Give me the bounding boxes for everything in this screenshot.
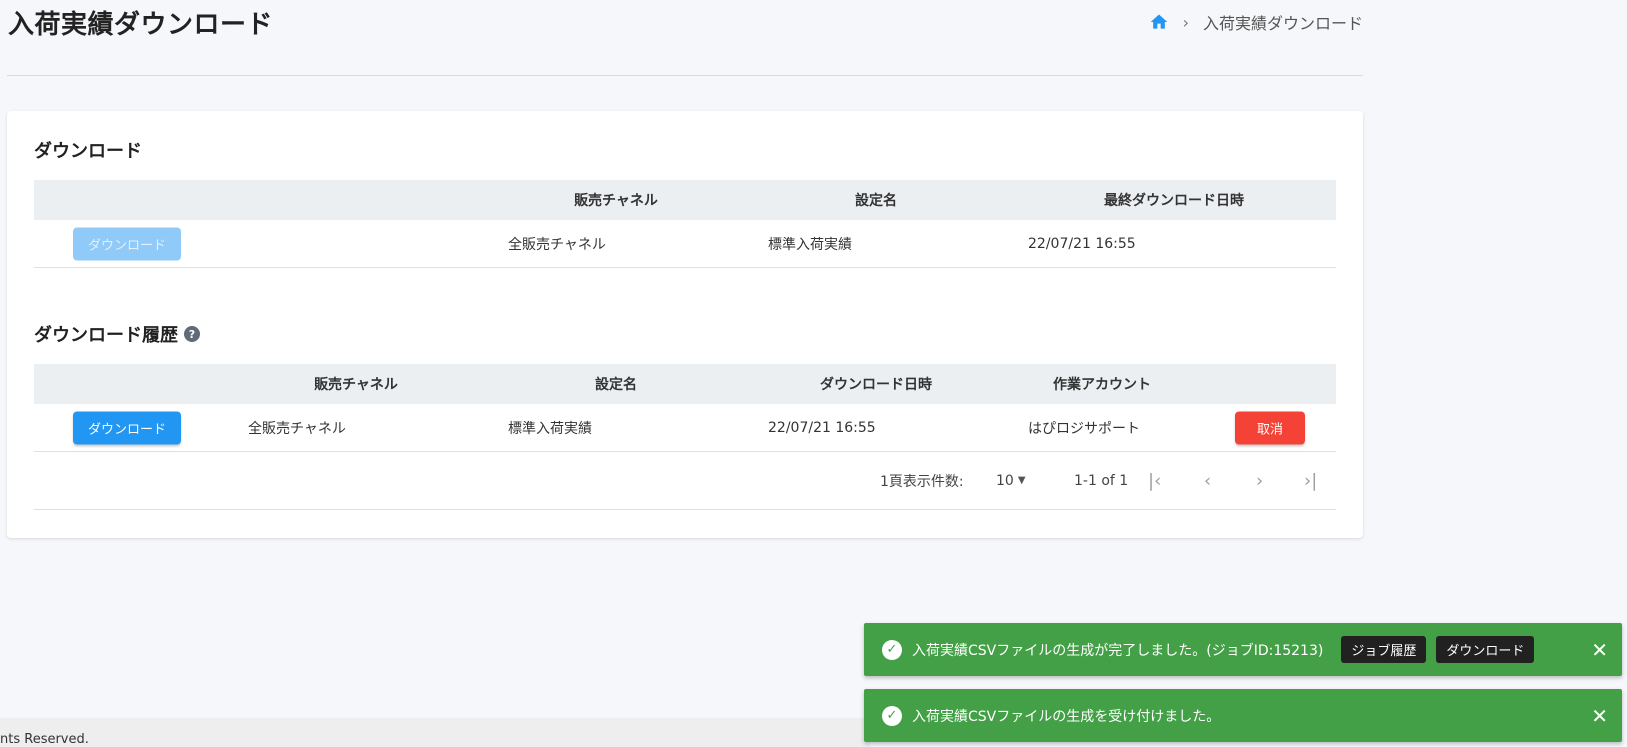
table-row: ダウンロード 全販売チャネル 標準入荷実績 22/07/21 16:55 bbox=[34, 220, 1336, 268]
toast-accepted: ✓ 入荷実績CSVファイルの生成を受け付けました。 ✕ bbox=[864, 689, 1622, 742]
col-channel: 販売チャネル bbox=[314, 377, 398, 393]
breadcrumb: › 入荷実績ダウンロード bbox=[1149, 10, 1363, 34]
toast-completed: ✓ 入荷実績CSVファイルの生成が完了しました。(ジョブID:15213) ジョ… bbox=[864, 623, 1622, 676]
col-setting: 設定名 bbox=[595, 377, 637, 393]
col-download-time: ダウンロード日時 bbox=[820, 377, 932, 393]
toast-download-button[interactable]: ダウンロード bbox=[1436, 636, 1535, 663]
home-icon[interactable] bbox=[1149, 12, 1169, 32]
pagination: 1頁表示件数: 10 ▼ 1-1 of 1 |‹ ‹ › ›| bbox=[34, 452, 1336, 510]
page-range: 1-1 of 1 bbox=[1074, 472, 1129, 489]
toast-message: 入荷実績CSVファイルの生成を受け付けました。 bbox=[912, 708, 1221, 725]
col-account: 作業アカウント bbox=[1053, 377, 1151, 393]
download-section-title-text: ダウンロード bbox=[34, 141, 142, 162]
download-table: 販売チャネル 設定名 最終ダウンロード日時 ダウンロード 全販売チャネル 標準入… bbox=[34, 180, 1336, 268]
caret-down-icon: ▼ bbox=[1017, 475, 1026, 486]
cell-setting: 標準入荷実績 bbox=[508, 420, 592, 437]
download-table-header: 販売チャネル 設定名 最終ダウンロード日時 bbox=[34, 180, 1336, 220]
col-setting: 設定名 bbox=[855, 193, 897, 209]
footer-text: nts Reserved. bbox=[0, 732, 89, 747]
per-page-select[interactable]: 10 ▼ bbox=[996, 473, 1026, 489]
main-card: ダウンロード 販売チャネル 設定名 最終ダウンロード日時 ダウンロード 全販売チ… bbox=[7, 111, 1363, 538]
cell-channel: 全販売チャネル bbox=[248, 420, 346, 437]
history-section-title: ダウンロード履歴 ? bbox=[34, 321, 200, 347]
toast-message: 入荷実績CSVファイルの生成が完了しました。(ジョブID:15213) bbox=[912, 642, 1324, 659]
cell-account: はぴロジサポート bbox=[1028, 420, 1140, 437]
close-icon[interactable]: ✕ bbox=[1591, 704, 1608, 728]
per-page-label: 1頁表示件数: bbox=[880, 473, 964, 490]
download-button-disabled[interactable]: ダウンロード bbox=[73, 227, 181, 260]
col-channel: 販売チャネル bbox=[574, 193, 658, 209]
per-page-value: 10 bbox=[996, 472, 1014, 489]
cell-channel: 全販売チャネル bbox=[508, 236, 606, 253]
download-section-title: ダウンロード bbox=[34, 137, 142, 163]
cell-download-time: 22/07/21 16:55 bbox=[768, 419, 876, 436]
history-table: 販売チャネル 設定名 ダウンロード日時 作業アカウント ダウンロード 全販売チャ… bbox=[34, 364, 1336, 510]
last-page-icon[interactable]: ›| bbox=[1304, 470, 1317, 491]
cancel-button[interactable]: 取消 bbox=[1235, 411, 1305, 444]
close-icon[interactable]: ✕ bbox=[1591, 638, 1608, 662]
cell-setting: 標準入荷実績 bbox=[768, 236, 852, 253]
col-last-download: 最終ダウンロード日時 bbox=[1104, 193, 1244, 209]
history-section-title-text: ダウンロード履歴 bbox=[34, 325, 178, 346]
table-row: ダウンロード 全販売チャネル 標準入荷実績 22/07/21 16:55 はぴロ… bbox=[34, 404, 1336, 452]
job-history-button[interactable]: ジョブ履歴 bbox=[1341, 636, 1427, 663]
header-divider bbox=[7, 75, 1363, 76]
history-table-header: 販売チャネル 設定名 ダウンロード日時 作業アカウント bbox=[34, 364, 1336, 404]
page-title: 入荷実績ダウンロード bbox=[8, 10, 274, 40]
first-page-icon[interactable]: |‹ bbox=[1148, 470, 1161, 491]
breadcrumb-current: 入荷実績ダウンロード bbox=[1202, 14, 1363, 33]
prev-page-icon[interactable]: ‹ bbox=[1204, 470, 1211, 491]
footer: nts Reserved. bbox=[0, 718, 870, 747]
next-page-icon[interactable]: › bbox=[1256, 470, 1263, 491]
cell-last-download: 22/07/21 16:55 bbox=[1028, 235, 1136, 252]
check-circle-icon: ✓ bbox=[882, 639, 902, 660]
check-circle-icon: ✓ bbox=[882, 705, 902, 726]
download-button[interactable]: ダウンロード bbox=[73, 411, 181, 444]
chevron-right-icon: › bbox=[1182, 12, 1189, 32]
help-icon[interactable]: ? bbox=[184, 326, 200, 342]
